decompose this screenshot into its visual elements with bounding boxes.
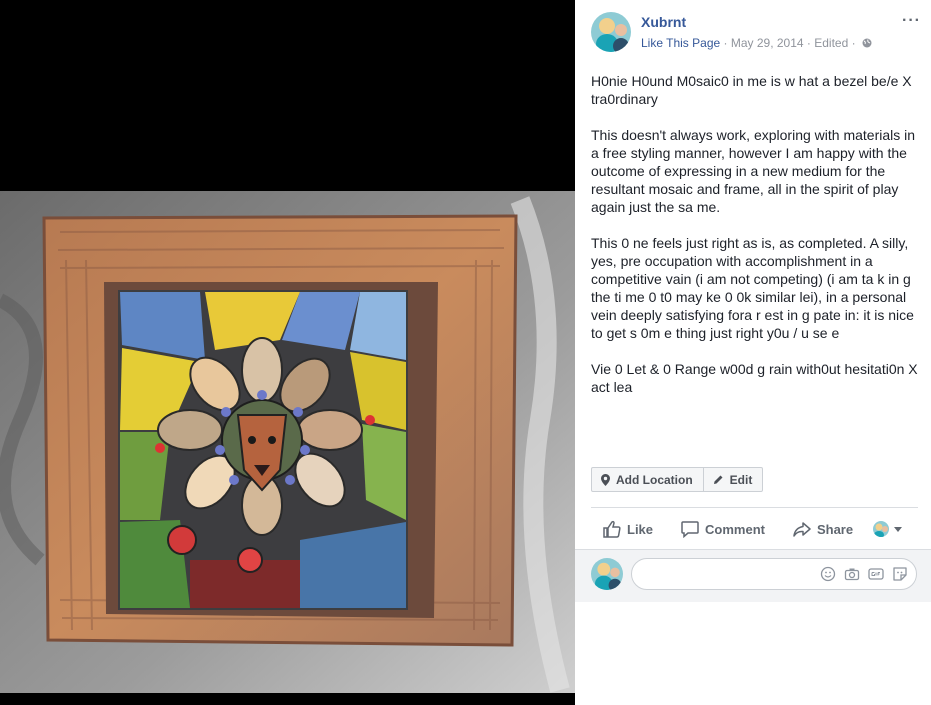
post-actions: Like Comment Share	[591, 512, 921, 546]
pencil-icon	[713, 475, 723, 484]
avatar	[873, 521, 889, 537]
page-name-link[interactable]: Xubrnt	[641, 14, 686, 30]
photo-viewer[interactable]	[0, 0, 575, 705]
post-panel: Xubrnt Like This Page · May 29, 2014 · E…	[575, 0, 931, 705]
post-paragraph: This 0 ne feels just right as is, as com…	[591, 235, 914, 341]
post-paragraph: H0nie H0und M0saic0 in me is w hat a bez…	[591, 73, 912, 107]
post-tools: Add Location Edit	[591, 467, 764, 492]
edit-button[interactable]: Edit	[703, 467, 764, 492]
share-button[interactable]: Share	[793, 520, 853, 538]
like-icon	[603, 520, 621, 538]
camera-icon[interactable]	[844, 566, 860, 582]
post-paragraph: Vie 0 Let & 0 Range w00d g rain with0ut …	[591, 361, 918, 395]
page-avatar[interactable]	[591, 12, 631, 52]
comment-button[interactable]: Comment	[681, 520, 765, 538]
like-button[interactable]: Like	[603, 520, 653, 538]
emoji-icon[interactable]	[820, 566, 836, 582]
edited-label[interactable]: Edited	[814, 36, 848, 50]
more-icon[interactable]: ···	[902, 12, 921, 30]
post-header: Xubrnt Like This Page · May 29, 2014 · E…	[591, 12, 921, 56]
add-location-button[interactable]: Add Location	[591, 467, 704, 492]
gif-icon[interactable]	[868, 566, 884, 582]
like-label: Like	[627, 521, 654, 537]
add-location-label: Add Location	[616, 472, 693, 487]
meta-separator: ·	[720, 36, 731, 50]
sticker-icon[interactable]	[892, 566, 908, 582]
post-body: H0nie H0und M0saic0 in me is w hat a bez…	[591, 72, 921, 414]
post-date[interactable]: May 29, 2014	[731, 36, 804, 50]
comment-input[interactable]	[631, 558, 917, 590]
commenter-avatar	[591, 558, 623, 590]
location-pin-icon	[601, 473, 610, 486]
post-meta: Like This Page · May 29, 2014 · Edited ·	[641, 36, 872, 50]
chevron-down-icon	[894, 526, 902, 532]
post-paragraph: This doesn't always work, exploring with…	[591, 127, 916, 215]
share-label: Share	[816, 521, 854, 537]
comment-tools	[812, 566, 908, 582]
divider	[591, 507, 918, 508]
comment-icon	[681, 521, 699, 538]
comment-label: Comment	[705, 521, 765, 537]
globe-icon[interactable]	[862, 37, 872, 48]
meta-separator: ·	[803, 36, 815, 50]
like-page-link[interactable]: Like This Page	[641, 36, 720, 50]
meta-separator: ·	[848, 36, 859, 50]
mosaic-photo[interactable]	[0, 0, 575, 705]
post-as-selector[interactable]	[873, 521, 902, 537]
edit-label: Edit	[729, 472, 753, 487]
comment-composer	[575, 549, 931, 602]
share-icon	[793, 522, 811, 537]
